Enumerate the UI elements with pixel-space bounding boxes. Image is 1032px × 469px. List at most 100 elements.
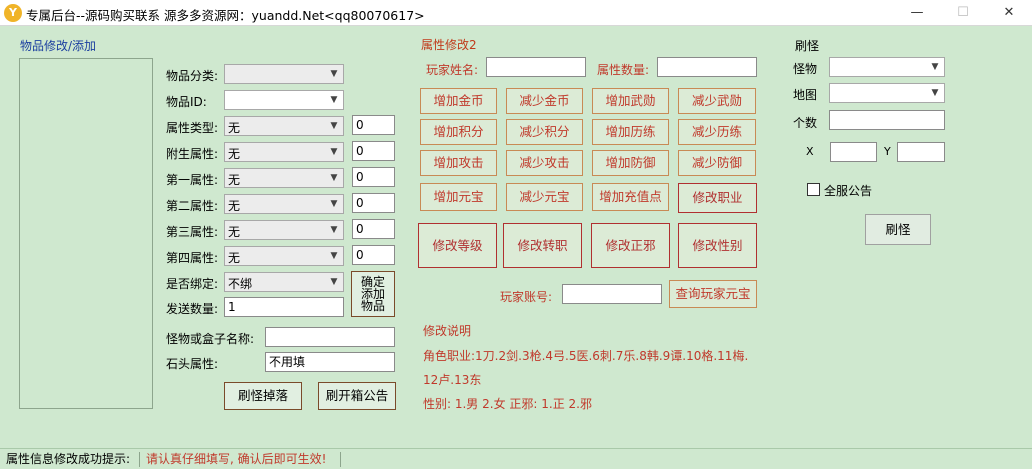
- player-name-input[interactable]: [486, 57, 586, 77]
- add-points-button[interactable]: 增加积分: [420, 119, 497, 145]
- reduce-attack-button[interactable]: 减少攻击: [506, 150, 583, 176]
- status-divider: [139, 452, 140, 467]
- attr3-value: 无: [228, 225, 241, 239]
- query-player-yuanbao-button[interactable]: 查询玩家元宝: [669, 280, 757, 308]
- reduce-merit-button[interactable]: 减少武勋: [678, 88, 756, 114]
- chevron-down-icon: ▼: [330, 251, 338, 261]
- monster-box-label: 怪物或盒子名称:: [166, 332, 255, 346]
- attr3-num-input[interactable]: 0: [352, 219, 395, 239]
- attr-qty-input[interactable]: [657, 57, 757, 77]
- client-area: 物品修改/添加 物品分类: ▼ 物品ID: ▼ 属性类型: 无 ▼ 0 附生属性…: [0, 27, 1032, 448]
- attr-type-num-input[interactable]: 0: [352, 115, 395, 135]
- add-gold-button[interactable]: 增加金币: [420, 88, 497, 114]
- close-button[interactable]: ✕: [986, 0, 1032, 26]
- title-bar: Y 专属后台--源码购买联系 源多多资源网：yuandd.Net<qq80070…: [0, 0, 1032, 26]
- notes-line-jobs: 角色职业:1刀.2剑.3枪.4弓.5医.6刺.7乐.8韩.9谭.10格.11梅.: [423, 349, 749, 363]
- chevron-down-icon: ▼: [931, 62, 939, 72]
- item-listbox[interactable]: [19, 58, 153, 409]
- reduce-experience-button[interactable]: 减少历练: [678, 119, 756, 145]
- spawn-monster-button[interactable]: 刷怪: [865, 214, 931, 245]
- bind-label: 是否绑定:: [166, 277, 219, 291]
- server-notice-checkbox[interactable]: [807, 183, 820, 196]
- reduce-points-button[interactable]: 减少积分: [506, 119, 583, 145]
- attr1-num-input[interactable]: 0: [352, 167, 395, 187]
- modify-class-change-button[interactable]: 修改转职: [503, 223, 582, 268]
- open-box-notice-button[interactable]: 刷开箱公告: [318, 382, 396, 410]
- add-recharge-points-button[interactable]: 增加充值点: [592, 183, 669, 211]
- server-notice-label: 全服公告: [824, 184, 873, 198]
- count-input[interactable]: [829, 110, 945, 130]
- chevron-down-icon: ▼: [330, 225, 338, 235]
- status-warning-text: 请认真仔细填写, 确认后即可生效!: [146, 452, 327, 466]
- status-info-text: 属性信息修改成功提示:: [6, 452, 131, 466]
- player-account-input[interactable]: [562, 284, 662, 304]
- modify-alignment-button[interactable]: 修改正邪: [591, 223, 670, 268]
- attr-type-label: 属性类型:: [166, 121, 219, 135]
- spawn-drop-button[interactable]: 刷怪掉落: [224, 382, 302, 410]
- bind-select[interactable]: 不绑 ▼: [224, 272, 344, 292]
- send-qty-input[interactable]: 1: [224, 297, 344, 317]
- add-attack-button[interactable]: 增加攻击: [420, 150, 497, 176]
- item-id-select[interactable]: ▼: [224, 90, 344, 110]
- modify-gender-button[interactable]: 修改性别: [678, 223, 757, 268]
- bind-value: 不绑: [228, 277, 253, 291]
- monster-box-input[interactable]: [265, 327, 395, 347]
- minimize-button[interactable]: —: [894, 0, 940, 26]
- modify-job-button[interactable]: 修改职业: [678, 183, 757, 213]
- attr4-num-input[interactable]: 0: [352, 245, 395, 265]
- maximize-button[interactable]: ☐: [940, 0, 986, 26]
- status-bar: 属性信息修改成功提示: 请认真仔细填写, 确认后即可生效!: [0, 448, 1032, 469]
- add-defense-button[interactable]: 增加防御: [592, 150, 669, 176]
- player-name-label: 玩家姓名:: [426, 63, 479, 77]
- notes-line-jobs-cont: 12卢.13东: [423, 373, 482, 387]
- chevron-down-icon: ▼: [330, 199, 338, 209]
- chevron-down-icon: ▼: [330, 147, 338, 157]
- attached-attr-value: 无: [228, 147, 241, 161]
- attr2-label: 第二属性:: [166, 199, 219, 213]
- modify-level-button[interactable]: 修改等级: [418, 223, 497, 268]
- y-input[interactable]: [897, 142, 945, 162]
- add-merit-button[interactable]: 增加武勋: [592, 88, 669, 114]
- notes-line-gender-alignment: 性别: 1.男 2.女 正邪: 1.正 2.邪: [423, 397, 592, 411]
- chevron-down-icon: ▼: [330, 95, 338, 105]
- x-input[interactable]: [830, 142, 877, 162]
- attr2-value: 无: [228, 199, 241, 213]
- send-qty-label: 发送数量:: [166, 302, 219, 316]
- player-account-label: 玩家账号:: [500, 290, 553, 304]
- y-label: Y: [884, 145, 891, 158]
- attr-type-select[interactable]: 无 ▼: [224, 116, 344, 136]
- window-title: 专属后台--源码购买联系 源多多资源网：yuandd.Net<qq8007061…: [26, 8, 425, 23]
- map-select[interactable]: ▼: [829, 83, 945, 103]
- monster-label: 怪物: [793, 62, 818, 76]
- attached-attr-num-input[interactable]: 0: [352, 141, 395, 161]
- chevron-down-icon: ▼: [931, 88, 939, 98]
- item-id-label: 物品ID:: [166, 95, 207, 109]
- chevron-down-icon: ▼: [330, 121, 338, 131]
- reduce-gold-button[interactable]: 减少金币: [506, 88, 583, 114]
- attr2-num-input[interactable]: 0: [352, 193, 395, 213]
- reduce-defense-button[interactable]: 减少防御: [678, 150, 756, 176]
- category-label: 物品分类:: [166, 69, 219, 83]
- reduce-yuanbao-button[interactable]: 减少元宝: [506, 183, 583, 211]
- app-icon: Y: [4, 4, 22, 22]
- attached-attr-select[interactable]: 无 ▼: [224, 142, 344, 162]
- chevron-down-icon: ▼: [330, 173, 338, 183]
- attr4-select[interactable]: 无 ▼: [224, 246, 344, 266]
- attr1-select[interactable]: 无 ▼: [224, 168, 344, 188]
- count-label: 个数: [793, 116, 818, 130]
- category-select[interactable]: ▼: [224, 64, 344, 84]
- attached-attr-label: 附生属性:: [166, 147, 219, 161]
- attr-group-title: 属性修改2: [421, 38, 477, 52]
- chevron-down-icon: ▼: [330, 69, 338, 79]
- attr2-select[interactable]: 无 ▼: [224, 194, 344, 214]
- notes-title: 修改说明: [423, 324, 472, 338]
- attr-qty-label: 属性数量:: [597, 63, 650, 77]
- stone-attr-input[interactable]: 不用填: [265, 352, 395, 372]
- add-yuanbao-button[interactable]: 增加元宝: [420, 183, 497, 211]
- spawn-group-title: 刷怪: [795, 39, 820, 53]
- confirm-add-item-button[interactable]: 确定 添加 物品: [351, 271, 395, 317]
- add-experience-button[interactable]: 增加历练: [592, 119, 669, 145]
- attr3-select[interactable]: 无 ▼: [224, 220, 344, 240]
- monster-select[interactable]: ▼: [829, 57, 945, 77]
- x-label: X: [806, 145, 814, 158]
